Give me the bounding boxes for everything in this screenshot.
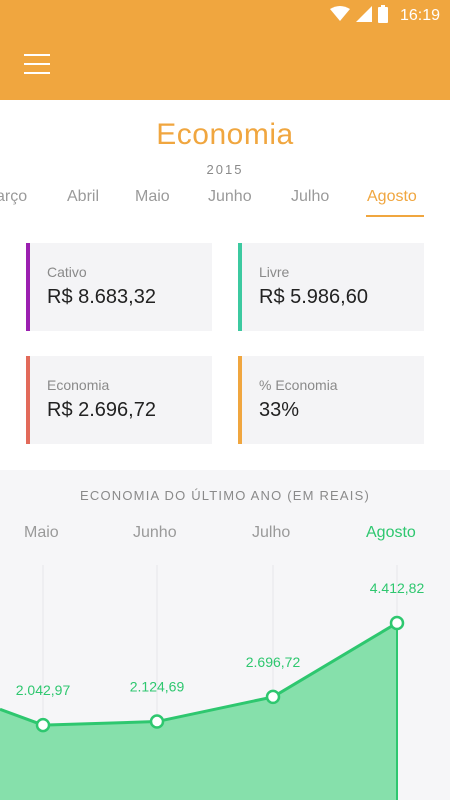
card-label: Cativo	[47, 264, 87, 280]
card-value: 33%	[259, 399, 300, 421]
chart-data-label: 2.042,97	[16, 682, 71, 698]
tab-marco[interactable]: arço	[0, 188, 27, 206]
tab-junho[interactable]: Junho	[208, 188, 252, 206]
cell-signal-icon	[355, 5, 372, 27]
hamburger-menu-icon[interactable]	[24, 52, 52, 80]
active-tab-indicator	[366, 215, 424, 217]
status-time: 16:19	[399, 7, 440, 24]
chart-point	[265, 689, 281, 705]
month-tabs: arço Abril Maio Junho Julho Agosto	[0, 188, 450, 218]
card-percent-economia: % Economia 33%	[238, 356, 424, 444]
status-icons: 16:19	[329, 4, 440, 28]
tab-julho[interactable]: Julho	[291, 188, 329, 206]
card-accent-bar	[238, 356, 242, 444]
year-label: 2015	[206, 162, 244, 177]
app-bar	[0, 32, 450, 100]
card-label: Livre	[259, 264, 290, 280]
card-label: Economia	[47, 377, 110, 393]
chart-data-label: 2.124,69	[130, 679, 185, 695]
card-economia: Economia R$ 2.696,72	[26, 356, 212, 444]
card-accent-bar	[26, 356, 30, 444]
chart-point	[35, 717, 51, 733]
card-cativo: Cativo R$ 8.683,32	[26, 243, 212, 331]
page-title: Economia	[156, 118, 294, 151]
card-value: R$ 5.986,60	[259, 286, 368, 308]
tab-agosto[interactable]: Agosto	[367, 188, 417, 206]
tab-maio[interactable]: Maio	[135, 188, 170, 206]
wifi-icon	[329, 5, 350, 27]
tab-abril[interactable]: Abril	[67, 188, 99, 206]
area-chart: 2.042,97 2.124,69 2.696,72 4.412,82	[0, 565, 425, 800]
status-bar: 16:19	[0, 0, 450, 32]
chart-section: ECONOMIA DO ÚLTIMO ANO (EM REAIS) Maio J…	[0, 470, 450, 800]
card-livre: Livre R$ 5.986,60	[238, 243, 424, 331]
card-value: R$ 8.683,32	[47, 286, 156, 308]
battery-icon	[377, 4, 388, 28]
chart-point	[389, 615, 405, 631]
card-label: % Economia	[259, 377, 338, 393]
card-value: R$ 2.696,72	[47, 399, 156, 421]
chart-data-label: 4.412,82	[370, 580, 425, 596]
chart-point	[149, 714, 165, 729]
card-accent-bar	[238, 243, 242, 331]
chart-data-label: 2.696,72	[246, 654, 301, 670]
card-accent-bar	[26, 243, 30, 331]
